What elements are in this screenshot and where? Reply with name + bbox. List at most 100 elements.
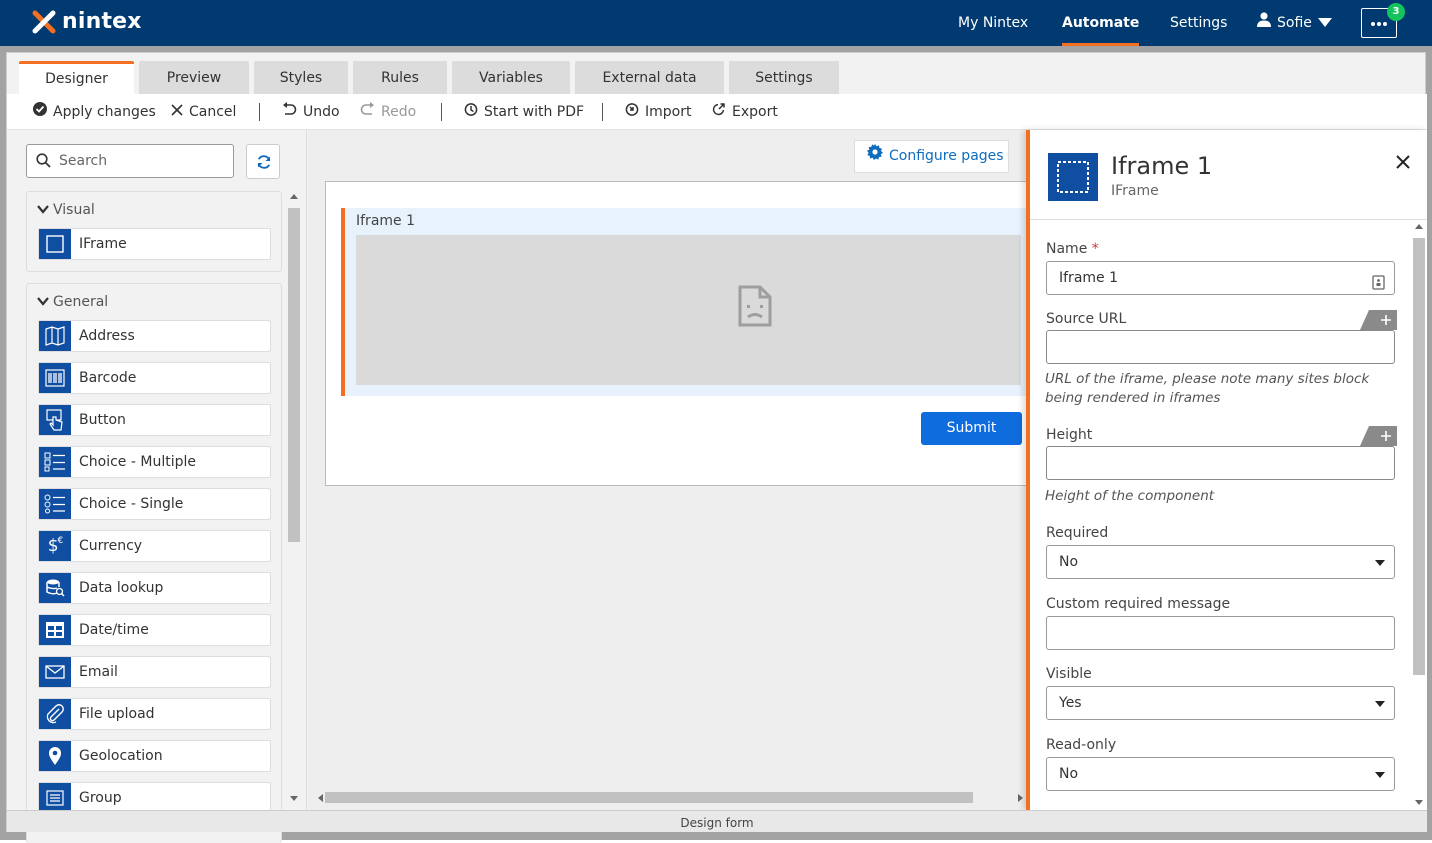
undo-label: Undo — [303, 104, 340, 120]
chevron-down-icon — [1317, 0, 1332, 46]
export-icon — [712, 94, 726, 130]
designer-toolbar: Apply changes Cancel Undo Redo Start wit… — [7, 94, 1427, 130]
palette-item-barcode[interactable]: Barcode — [38, 362, 271, 394]
submit-button[interactable]: Submit — [921, 412, 1022, 445]
palette-item-address[interactable]: Address — [38, 320, 271, 352]
refresh-button[interactable] — [246, 144, 280, 179]
palette-scrollbar[interactable] — [287, 190, 301, 805]
tab-variables[interactable]: Variables — [452, 61, 570, 95]
chevron-down-icon — [37, 294, 49, 310]
source-url-field[interactable] — [1046, 330, 1395, 364]
visual-group-header[interactable]: Visual — [37, 202, 95, 218]
nintex-logo[interactable]: nintex — [32, 10, 142, 34]
cancel-button[interactable]: Cancel — [171, 94, 236, 130]
apply-changes-button[interactable]: Apply changes — [33, 94, 156, 130]
tab-preview[interactable]: Preview — [139, 61, 249, 95]
start-with-pdf-label: Start with PDF — [484, 104, 585, 120]
undo-button[interactable]: Undo — [282, 94, 340, 130]
redo-label: Redo — [381, 104, 417, 120]
search-icon — [36, 153, 51, 172]
height-field[interactable] — [1046, 446, 1395, 480]
tab-settings[interactable]: Settings — [729, 61, 839, 95]
logo-text: nintex — [62, 9, 142, 34]
form-page: Iframe 1 Submit — [325, 181, 1035, 486]
notification-badge: 3 — [1387, 3, 1405, 21]
palette-item-label: File upload — [79, 706, 155, 722]
tab-external-data[interactable]: External data — [575, 61, 724, 95]
palette-item-label: Button — [79, 412, 126, 428]
close-icon — [1396, 155, 1410, 169]
name-label: Name * — [1046, 241, 1099, 257]
palette-item-button[interactable]: Button — [38, 404, 271, 436]
redo-button[interactable]: Redo — [360, 94, 416, 130]
pdf-import-icon — [464, 94, 478, 130]
palette-item-currency[interactable]: $€ Currency — [38, 530, 271, 562]
palette-item-label: Address — [79, 328, 135, 344]
cancel-label: Cancel — [189, 104, 237, 120]
panel-subtitle: IFrame — [1111, 183, 1159, 199]
tab-styles[interactable]: Styles — [254, 61, 348, 95]
required-select-value: No — [1059, 554, 1079, 570]
required-select[interactable]: No — [1046, 545, 1395, 579]
insert-variable-button[interactable] — [1360, 310, 1397, 330]
nav-my-nintex[interactable]: My Nintex — [958, 0, 1028, 46]
custom-required-message-label: Custom required message — [1046, 596, 1231, 612]
tab-designer[interactable]: Designer — [19, 61, 134, 95]
source-url-hint: URL of the iframe, please note many site… — [1045, 371, 1370, 406]
map-pin-icon — [39, 741, 71, 771]
height-label: Height — [1046, 427, 1093, 443]
general-group-header[interactable]: General — [37, 294, 108, 310]
user-icon — [1257, 0, 1271, 46]
close-panel-button[interactable] — [1396, 150, 1410, 174]
palette-item-data-lookup[interactable]: Data lookup — [38, 572, 271, 604]
visual-group-title: Visual — [53, 202, 95, 218]
user-name: Sofie — [1277, 15, 1312, 31]
palette-item-file-upload[interactable]: File upload — [38, 698, 271, 730]
iframe-control[interactable]: Iframe 1 — [341, 208, 1031, 396]
canvas-horizontal-scrollbar[interactable] — [318, 791, 1023, 803]
calendar-icon — [39, 615, 71, 645]
panel-scrollbar[interactable] — [1412, 220, 1426, 810]
search-input[interactable]: Search — [26, 144, 234, 178]
export-button[interactable]: Export — [712, 94, 778, 130]
palette-item-label: Choice - Single — [79, 496, 184, 512]
iframe-icon — [1048, 153, 1098, 201]
insert-variable-button[interactable] — [1360, 426, 1397, 446]
palette-item-iframe[interactable]: IFrame — [38, 228, 271, 260]
user-menu[interactable]: Sofie — [1257, 0, 1332, 46]
read-only-select-value: No — [1059, 766, 1079, 782]
palette-item-geolocation[interactable]: Geolocation — [38, 740, 271, 772]
search-placeholder: Search — [59, 153, 108, 169]
palette-item-choice-multiple[interactable]: Choice - Multiple — [38, 446, 271, 478]
start-with-pdf-button[interactable]: Start with PDF — [464, 94, 584, 130]
nav-automate[interactable]: Automate — [1062, 0, 1140, 46]
required-marker: * — [1091, 241, 1099, 257]
visual-group: Visual IFrame — [26, 191, 282, 272]
custom-required-message-field[interactable] — [1046, 616, 1395, 650]
check-circle-icon — [33, 94, 47, 130]
import-button[interactable]: Import — [625, 94, 691, 130]
palette-item-label: Geolocation — [79, 748, 163, 764]
currency-icon: $€ — [39, 531, 71, 561]
nintex-x-icon — [32, 10, 56, 34]
map-icon — [39, 321, 71, 351]
apply-changes-label: Apply changes — [53, 104, 156, 120]
variable-insert-icon[interactable] — [1372, 270, 1385, 302]
caret-down-icon — [1375, 772, 1385, 778]
palette-item-label: Data lookup — [79, 580, 164, 596]
visible-select[interactable]: Yes — [1046, 686, 1395, 720]
refresh-icon — [256, 154, 272, 174]
nav-settings[interactable]: Settings — [1170, 0, 1227, 46]
configure-pages-button[interactable]: Configure pages — [854, 140, 1009, 173]
export-label: Export — [732, 104, 778, 120]
tab-rules[interactable]: Rules — [353, 61, 447, 95]
chevron-down-icon — [37, 202, 49, 218]
iframe-control-label: Iframe 1 — [356, 213, 416, 229]
read-only-select[interactable]: No — [1046, 757, 1395, 791]
toolbar-divider — [602, 103, 603, 121]
gear-icon — [867, 141, 883, 172]
palette-item-date-time[interactable]: Date/time — [38, 614, 271, 646]
palette-item-choice-single[interactable]: Choice - Single — [38, 488, 271, 520]
name-field[interactable]: Iframe 1 — [1046, 261, 1395, 295]
palette-item-email[interactable]: Email — [38, 656, 271, 688]
